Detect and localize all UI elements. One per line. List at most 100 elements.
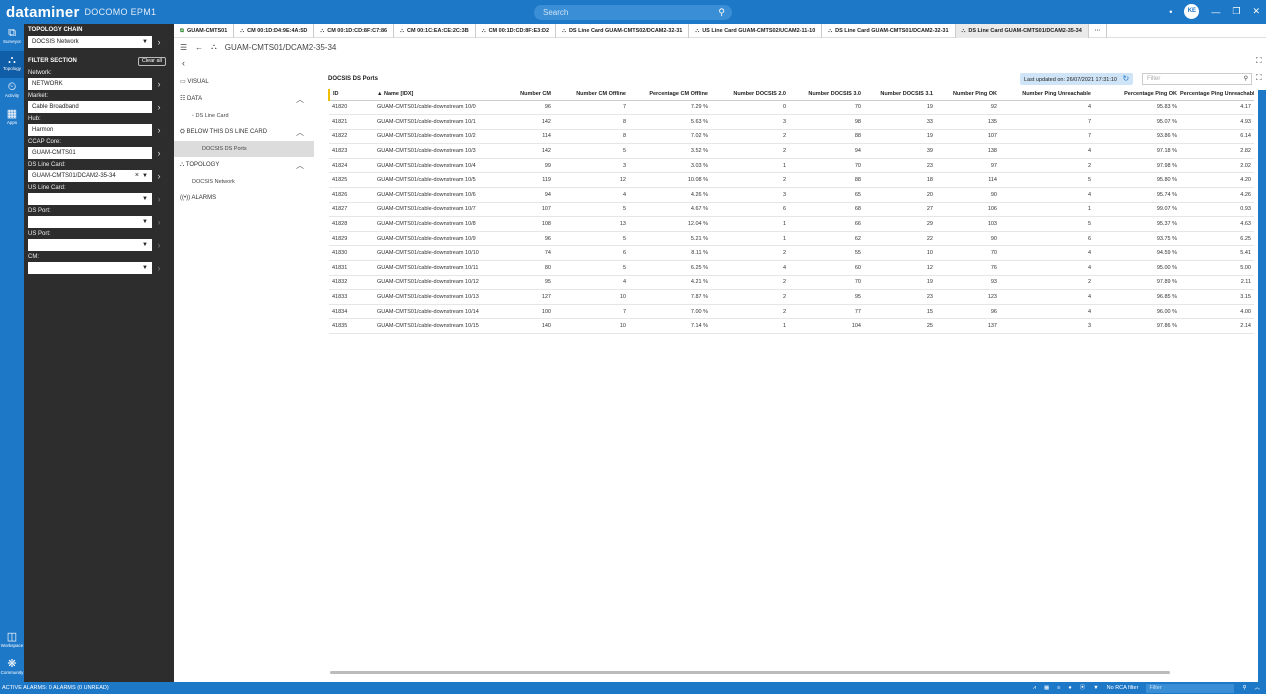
filter-hub-field[interactable]: Harmon	[28, 124, 152, 136]
rail-item-apps[interactable]: ▦ Apps	[0, 105, 24, 132]
horizontal-scrollbar[interactable]	[330, 671, 1170, 674]
table-row[interactable]: 41829 GUAM-CMTS01/cable-downstream 10/9 96…	[329, 231, 1254, 247]
column-header[interactable]: Percentage Ping Unreachable	[1180, 89, 1254, 101]
tab-7[interactable]: ⛬ DS Line Card GUAM-CMTS01/DCAM2-32-31	[822, 24, 956, 38]
filter-ds-port-field[interactable]: ▼	[28, 216, 152, 228]
chevron-down-icon[interactable]: ▼	[142, 193, 148, 205]
table-row[interactable]: 41835 GUAM-CMTS01/cable-downstream 10/15 1…	[329, 318, 1254, 334]
brand-logo[interactable]: dataminer	[0, 4, 80, 21]
filter-ds-line-card-field[interactable]: GUAM-CMTS01/DCAM2-35-34 ▼ ×	[28, 170, 152, 182]
alarm-filter-input[interactable]: Filter	[1146, 684, 1235, 693]
info-icon[interactable]: ●	[1068, 682, 1071, 694]
nav-below[interactable]: ⛭ BELOW THIS DS LINE CARD ︿	[174, 124, 314, 141]
column-header[interactable]: Number DOCSIS 3.0	[789, 89, 864, 101]
table-row[interactable]: 41834 GUAM-CMTS01/cable-downstream 10/14 1…	[329, 304, 1254, 320]
table-filter-input[interactable]: Filter ⚲	[1142, 73, 1252, 85]
chevron-up-icon[interactable]: ︿	[296, 91, 304, 108]
vertical-scrollbar[interactable]	[1258, 90, 1266, 682]
clear-icon[interactable]: ×	[135, 170, 139, 182]
chevron-right-icon[interactable]: ›	[152, 217, 166, 227]
chevron-down-icon[interactable]: ▼	[142, 262, 148, 274]
more-tabs-icon[interactable]: ···	[1089, 24, 1108, 38]
close-icon[interactable]: ✕	[1252, 6, 1260, 17]
grid-view-icon[interactable]: ▦	[1044, 682, 1049, 694]
chevron-right-icon[interactable]: ›	[152, 171, 166, 181]
column-header[interactable]: Number Ping Unreachable	[1000, 89, 1094, 101]
chevron-up-icon[interactable]: ︿	[296, 124, 304, 141]
table-row[interactable]: 41824 GUAM-CMTS01/cable-downstream 10/4 99…	[329, 158, 1254, 174]
chevron-right-icon[interactable]: ›	[152, 148, 166, 158]
chevron-right-icon[interactable]: ›	[152, 263, 166, 273]
nav-docsis-network[interactable]: DOCSIS Network	[174, 174, 314, 190]
column-header[interactable]: Number DOCSIS 2.0	[711, 89, 789, 101]
chevron-right-icon[interactable]: ›	[152, 79, 166, 89]
filter-network-field[interactable]: NETWORK	[28, 78, 152, 90]
rail-item-workspace[interactable]: ◫ Workspace	[0, 628, 24, 655]
collapse-chevron-icon[interactable]: ‹	[182, 58, 185, 68]
column-header[interactable]: ▲ Name [IDX]	[374, 89, 504, 101]
chevron-right-icon[interactable]: ›	[152, 125, 166, 135]
tab-5[interactable]: ⛬ DS Line Card GUAM-CMTS02/DCAM2-32-31	[556, 24, 690, 38]
search-icon[interactable]: ⚲	[1242, 682, 1246, 694]
chevron-down-icon[interactable]: ▼	[142, 239, 148, 251]
tab-4[interactable]: ⛬ CM 00:1D:CD:8F:E3:D2	[476, 24, 557, 38]
table-row[interactable]: 41820 GUAM-CMTS01/cable-downstream 10/0 96…	[329, 100, 1254, 116]
chevron-up-icon[interactable]: ︿	[1254, 682, 1260, 694]
chevron-up-icon[interactable]: ︿	[296, 157, 304, 174]
hamburger-icon[interactable]: ☰	[180, 43, 187, 52]
filter-market-field[interactable]: Cable Broadband	[28, 101, 152, 113]
table-row[interactable]: 41821 GUAM-CMTS01/cable-downstream 10/1 14…	[329, 114, 1254, 130]
global-search-input[interactable]: Search ⚲	[534, 5, 732, 20]
tab-6[interactable]: ⛬ US Line Card GUAM-CMTS02/UCAM2-11-10	[689, 24, 823, 38]
refresh-icon[interactable]: ↻	[1123, 74, 1130, 83]
more-dots-icon[interactable]: •	[1169, 7, 1172, 17]
search-icon[interactable]: ⚲	[1244, 74, 1248, 84]
table-row[interactable]: 41826 GUAM-CMTS01/cable-downstream 10/6 94…	[329, 187, 1254, 203]
column-header[interactable]: Number DOCSIS 3.1	[864, 89, 936, 101]
rail-item-topology[interactable]: ⛬ Topology	[0, 51, 24, 78]
tab-2[interactable]: ⛬ CM 00:1D:CD:8F:C7:86	[314, 24, 395, 38]
rail-item-activity[interactable]: ⏲ Activity	[0, 78, 24, 105]
chevron-right-icon[interactable]: ›	[152, 102, 166, 112]
search-icon[interactable]: ⚲	[718, 5, 725, 20]
table-row[interactable]: 41832 GUAM-CMTS01/cable-downstream 10/12 9…	[329, 275, 1254, 291]
tab-1[interactable]: ⛬ CM 00:1D:D4:9E:4A:5D	[234, 24, 315, 38]
filter-us-port-field[interactable]: ▼	[28, 239, 152, 251]
nav-visual[interactable]: ▭ VISUAL	[174, 74, 314, 91]
table-row[interactable]: 41833 GUAM-CMTS01/cable-downstream 10/13 1…	[329, 289, 1254, 305]
column-header[interactable]: Percentage CM Offline	[629, 89, 711, 101]
chevron-right-icon[interactable]: ›	[152, 240, 166, 250]
chevron-down-icon[interactable]: ▼	[142, 170, 148, 182]
column-header[interactable]: Number CM	[504, 89, 554, 101]
list-view-icon[interactable]: ≡	[1057, 682, 1060, 694]
back-arrow-icon[interactable]: ←	[195, 43, 203, 52]
chevron-right-icon[interactable]: ›	[152, 194, 166, 204]
chevron-right-icon[interactable]: ›	[152, 37, 166, 47]
table-row[interactable]: 41831 GUAM-CMTS01/cable-downstream 10/11 8…	[329, 260, 1254, 276]
restore-icon[interactable]: ❐	[1232, 6, 1240, 17]
tab-8[interactable]: ⛬ DS Line Card GUAM-CMTS01/DCAM2-35-34	[955, 24, 1089, 38]
tab-0[interactable]: ⧉ GUAM-CMTS01	[174, 24, 235, 38]
table-row[interactable]: 41823 GUAM-CMTS01/cable-downstream 10/3 14…	[329, 143, 1254, 159]
sync-icon[interactable]: ⦿	[1080, 682, 1086, 694]
filter-ccap-core-field[interactable]: GUAM-CMTS01	[28, 147, 152, 159]
chevron-down-icon[interactable]: ▼	[142, 216, 148, 228]
filter-cm-field[interactable]: ▼	[28, 262, 152, 274]
nav-docsis-ds-ports[interactable]: DOCSIS DS Ports	[174, 141, 314, 157]
rca-filter-icon[interactable]: ▼	[1093, 682, 1098, 694]
fullscreen-icon[interactable]: ⛶	[1256, 56, 1262, 66]
rail-item-community[interactable]: ❋ Community	[0, 655, 24, 682]
filter-us-line-card-field[interactable]: ▼	[28, 193, 152, 205]
table-row[interactable]: 41830 GUAM-CMTS01/cable-downstream 10/10 7…	[329, 245, 1254, 262]
nav-data[interactable]: ☷ DATA ︿	[174, 91, 314, 108]
chart-icon[interactable]: ⩘	[1033, 682, 1036, 694]
table-row[interactable]: 41822 GUAM-CMTS01/cable-downstream 10/2 11…	[329, 129, 1254, 145]
user-avatar[interactable]: KE	[1184, 4, 1200, 19]
tab-3[interactable]: ⛬ CM 00:1C:EA:CE:2C:3B	[394, 24, 476, 38]
column-header[interactable]: Number CM Offline	[554, 89, 629, 101]
table-row[interactable]: 41828 GUAM-CMTS01/cable-downstream 10/8 10…	[329, 216, 1254, 232]
column-header[interactable]: Number Ping OK	[936, 89, 1000, 101]
expand-table-icon[interactable]: ⛶	[1256, 73, 1262, 83]
nav-topology[interactable]: ⛬ TOPOLOGY ︿	[174, 157, 314, 174]
topology-chain-select[interactable]: DOCSIS Network ▼	[28, 36, 152, 48]
